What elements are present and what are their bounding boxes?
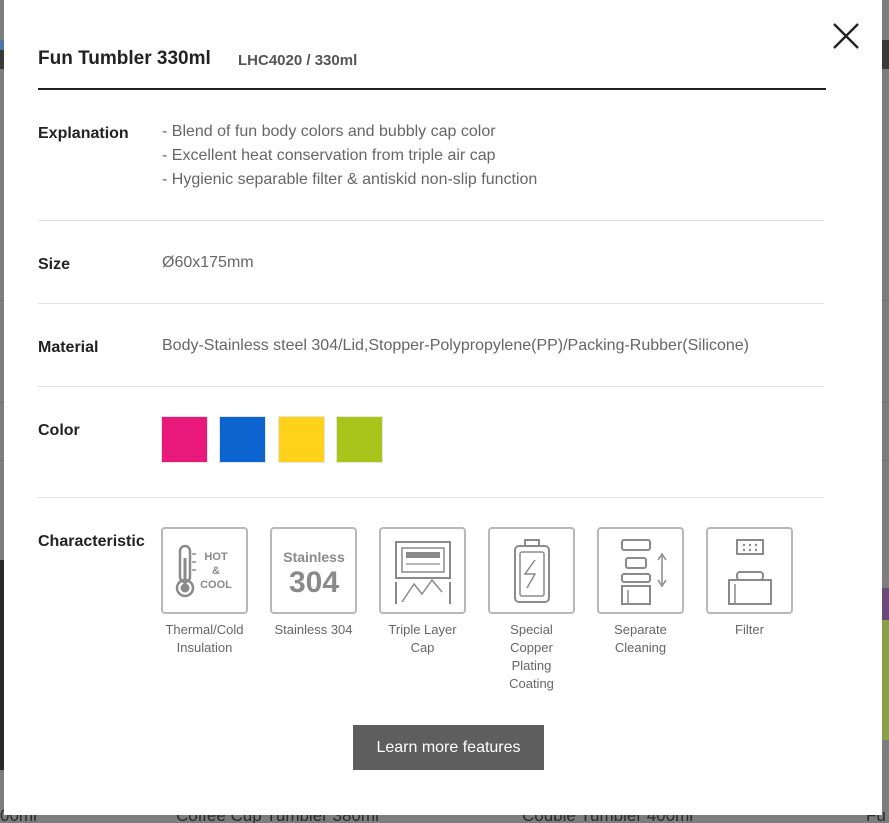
copper-plating-icon	[513, 538, 550, 603]
explanation-label: Explanation	[38, 125, 129, 142]
filter-icon	[727, 538, 772, 605]
learn-more-features-button[interactable]: Learn more features	[353, 725, 544, 770]
feature-label-line: Separate	[614, 622, 667, 637]
size-label: Size	[38, 256, 71, 273]
feature-label-line: Triple Layer	[388, 622, 457, 637]
feature-label: Filter	[706, 621, 793, 639]
triple-layer-cap-icon	[394, 540, 451, 604]
row-divider	[38, 386, 824, 387]
feature-label: Thermal/Cold Insulation	[161, 621, 248, 657]
feature-icon-box	[379, 527, 466, 614]
product-detail-modal: Fun Tumbler 330ml LHC4020 / 330ml Explan…	[4, 0, 882, 815]
feature-label-line: Special Copper	[510, 622, 553, 655]
row-divider	[38, 220, 824, 221]
size-value: Ø60x175mm	[162, 254, 254, 271]
feature-label-line: Filter	[735, 622, 764, 637]
row-divider	[38, 303, 824, 304]
row-divider	[38, 497, 824, 498]
icon-text: &	[212, 565, 220, 577]
feature-filter: Filter	[706, 527, 793, 639]
feature-label: Stainless 304	[270, 621, 357, 639]
feature-label-line: Cap	[410, 640, 435, 655]
material-value: Body-Stainless steel 304/Lid,Stopper-Pol…	[162, 337, 749, 354]
color-swatch-yellow[interactable]	[278, 416, 325, 463]
color-swatch-pink[interactable]	[161, 416, 208, 463]
feature-thermal-insulation: HOT & COOL Thermal/Cold Insulation	[161, 527, 248, 657]
stainless-304-icon: Stainless 304	[283, 549, 345, 599]
color-swatch-green[interactable]	[336, 416, 383, 463]
explanation-line: - Blend of fun body colors and bubbly ca…	[162, 123, 496, 140]
thermometer-icon: HOT & COOL	[175, 544, 232, 597]
feature-copper-plating: Special Copper Plating Coating	[488, 527, 575, 693]
feature-label-line: Cleaning	[614, 640, 667, 655]
explanation-line: - Excellent heat conservation from tripl…	[162, 147, 496, 164]
feature-icon-box	[488, 527, 575, 614]
feature-label-line: Plating Coating	[509, 658, 554, 691]
feature-label-line: Thermal/Cold	[165, 622, 244, 637]
color-label: Color	[38, 422, 80, 439]
separate-cleaning-icon	[620, 538, 667, 605]
icon-text: HOT	[204, 551, 228, 563]
icon-text: Stainless	[283, 549, 345, 565]
feature-label-line: Stainless 304	[274, 622, 353, 637]
feature-separate-cleaning: Separate Cleaning	[597, 527, 684, 657]
feature-stainless-304: Stainless 304 Stainless 304	[270, 527, 357, 639]
product-title: Fun Tumbler 330ml	[38, 48, 211, 69]
material-label: Material	[38, 339, 99, 356]
close-button[interactable]	[830, 20, 862, 52]
feature-label: Separate Cleaning	[597, 621, 684, 657]
close-icon	[833, 23, 859, 49]
feature-icon-box: Stainless 304	[270, 527, 357, 614]
icon-text: COOL	[200, 579, 232, 591]
characteristic-label: Characteristic	[38, 533, 145, 550]
background-product-image	[882, 620, 889, 740]
explanation-line: - Hygienic separable filter & antiskid n…	[162, 171, 538, 188]
feature-icon-box	[706, 527, 793, 614]
feature-icon-box	[597, 527, 684, 614]
product-model: LHC4020 / 330ml	[238, 52, 358, 69]
feature-label: Special Copper Plating Coating	[488, 621, 575, 693]
feature-icon-box: HOT & COOL	[161, 527, 248, 614]
modal-header: Fun Tumbler 330ml LHC4020 / 330ml	[38, 46, 826, 90]
feature-label: Triple Layer Cap	[379, 621, 466, 657]
icon-text: 304	[288, 566, 338, 599]
color-swatch-blue[interactable]	[219, 416, 266, 463]
feature-label-line: Insulation	[176, 640, 233, 655]
feature-triple-layer-cap: Triple Layer Cap	[379, 527, 466, 657]
